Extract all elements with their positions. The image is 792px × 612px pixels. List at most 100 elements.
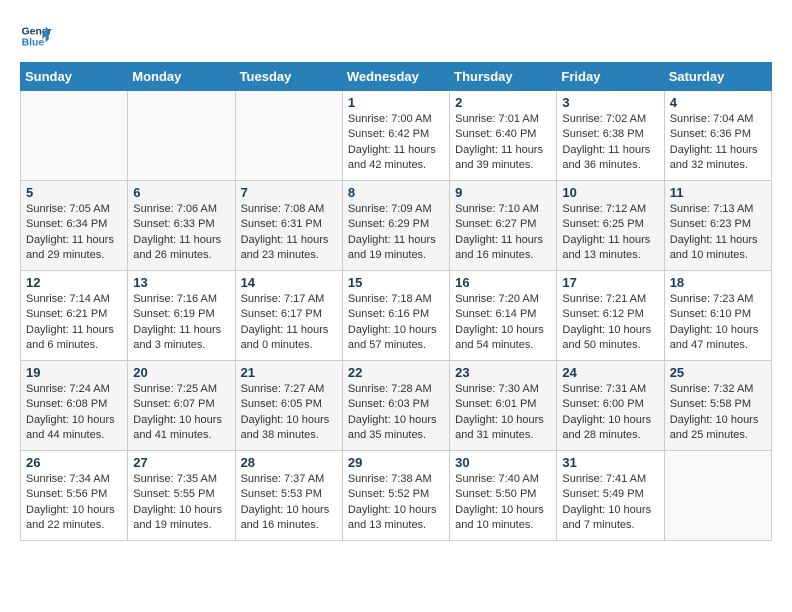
calendar-cell: 19 Sunrise: 7:24 AM Sunset: 6:08 PM Dayli… — [21, 361, 128, 451]
day-number: 22 — [348, 365, 444, 380]
calendar-cell: 1 Sunrise: 7:00 AM Sunset: 6:42 PM Daylig… — [342, 91, 449, 181]
calendar-cell: 11 Sunrise: 7:13 AM Sunset: 6:23 PM Dayli… — [664, 181, 771, 271]
day-info: Sunrise: 7:28 AM Sunset: 6:03 PM Dayligh… — [348, 382, 444, 444]
day-of-week-header: Thursday — [450, 63, 557, 91]
day-info: Sunrise: 7:40 AM Sunset: 5:50 PM Dayligh… — [455, 472, 551, 534]
day-number: 3 — [562, 95, 658, 110]
day-info: Sunrise: 7:00 AM Sunset: 6:42 PM Dayligh… — [348, 112, 444, 174]
calendar-cell: 18 Sunrise: 7:23 AM Sunset: 6:10 PM Dayli… — [664, 271, 771, 361]
calendar-cell: 27 Sunrise: 7:35 AM Sunset: 5:55 PM Dayli… — [128, 451, 235, 541]
day-info: Sunrise: 7:27 AM Sunset: 6:05 PM Dayligh… — [241, 382, 337, 444]
calendar-cell — [664, 451, 771, 541]
day-number: 26 — [26, 455, 122, 470]
calendar-cell: 10Sunrise: 7:12 AM Sunset: 6:25 PM Dayli… — [557, 181, 664, 271]
calendar-cell: 7Sunrise: 7:08 AM Sunset: 6:31 PM Daylig… — [235, 181, 342, 271]
day-info: Sunrise: 7:16 AM Sunset: 6:19 PM Dayligh… — [133, 292, 229, 354]
day-of-week-header: Friday — [557, 63, 664, 91]
day-number: 17 — [562, 275, 658, 290]
day-number: 2 — [455, 95, 551, 110]
day-number: 11 — [670, 185, 766, 200]
day-number: 31 — [562, 455, 658, 470]
calendar-cell: 25 Sunrise: 7:32 AM Sunset: 5:58 PM Dayli… — [664, 361, 771, 451]
day-of-week-header: Saturday — [664, 63, 771, 91]
day-number: 13 — [133, 275, 229, 290]
calendar-cell: 3 Sunrise: 7:02 AM Sunset: 6:38 PM Daylig… — [557, 91, 664, 181]
day-number: 29 — [348, 455, 444, 470]
day-info: Sunrise: 7:41 AM Sunset: 5:49 PM Dayligh… — [562, 472, 658, 534]
svg-text:Blue: Blue — [22, 38, 45, 49]
day-info: Sunrise: 7:35 AM Sunset: 5:55 PM Dayligh… — [133, 472, 229, 534]
calendar-cell — [235, 91, 342, 181]
day-info: Sunrise: 7:02 AM Sunset: 6:38 PM Dayligh… — [562, 112, 658, 174]
day-info: Sunrise: 7:18 AM Sunset: 6:16 PM Dayligh… — [348, 292, 444, 354]
day-number: 15 — [348, 275, 444, 290]
day-info: Sunrise: 7:23 AM Sunset: 6:10 PM Dayligh… — [670, 292, 766, 354]
calendar-cell: 30 Sunrise: 7:40 AM Sunset: 5:50 PM Dayli… — [450, 451, 557, 541]
calendar-table: SundayMondayTuesdayWednesdayThursdayFrid… — [20, 62, 772, 541]
logo-icon: General Blue — [20, 20, 52, 52]
calendar-cell: 28 Sunrise: 7:37 AM Sunset: 5:53 PM Dayli… — [235, 451, 342, 541]
calendar-cell: 16 Sunrise: 7:20 AM Sunset: 6:14 PM Dayli… — [450, 271, 557, 361]
day-number: 18 — [670, 275, 766, 290]
day-info: Sunrise: 7:01 AM Sunset: 6:40 PM Dayligh… — [455, 112, 551, 174]
day-number: 12 — [26, 275, 122, 290]
day-of-week-header: Sunday — [21, 63, 128, 91]
day-info: Sunrise: 7:05 AM Sunset: 6:34 PM Dayligh… — [26, 202, 122, 264]
day-number: 23 — [455, 365, 551, 380]
day-info: Sunrise: 7:06 AM Sunset: 6:33 PM Dayligh… — [133, 202, 229, 264]
day-info: Sunrise: 7:17 AM Sunset: 6:17 PM Dayligh… — [241, 292, 337, 354]
calendar-cell: 5Sunrise: 7:05 AM Sunset: 6:34 PM Daylig… — [21, 181, 128, 271]
day-number: 27 — [133, 455, 229, 470]
calendar-cell — [128, 91, 235, 181]
day-info: Sunrise: 7:31 AM Sunset: 6:00 PM Dayligh… — [562, 382, 658, 444]
calendar-cell: 24 Sunrise: 7:31 AM Sunset: 6:00 PM Dayli… — [557, 361, 664, 451]
day-info: Sunrise: 7:37 AM Sunset: 5:53 PM Dayligh… — [241, 472, 337, 534]
day-number: 7 — [241, 185, 337, 200]
day-number: 28 — [241, 455, 337, 470]
day-number: 1 — [348, 95, 444, 110]
day-number: 30 — [455, 455, 551, 470]
calendar-cell: 9 Sunrise: 7:10 AM Sunset: 6:27 PM Daylig… — [450, 181, 557, 271]
calendar-cell — [21, 91, 128, 181]
calendar-cell: 12 Sunrise: 7:14 AM Sunset: 6:21 PM Dayli… — [21, 271, 128, 361]
day-of-week-header: Wednesday — [342, 63, 449, 91]
day-info: Sunrise: 7:13 AM Sunset: 6:23 PM Dayligh… — [670, 202, 766, 264]
day-info: Sunrise: 7:32 AM Sunset: 5:58 PM Dayligh… — [670, 382, 766, 444]
logo: General Blue — [20, 20, 52, 52]
day-info: Sunrise: 7:10 AM Sunset: 6:27 PM Dayligh… — [455, 202, 551, 264]
day-number: 19 — [26, 365, 122, 380]
calendar-cell: 31 Sunrise: 7:41 AM Sunset: 5:49 PM Dayli… — [557, 451, 664, 541]
day-number: 14 — [241, 275, 337, 290]
day-info: Sunrise: 7:21 AM Sunset: 6:12 PM Dayligh… — [562, 292, 658, 354]
day-info: Sunrise: 7:09 AM Sunset: 6:29 PM Dayligh… — [348, 202, 444, 264]
calendar-cell: 29Sunrise: 7:38 AM Sunset: 5:52 PM Dayli… — [342, 451, 449, 541]
calendar-cell: 20 Sunrise: 7:25 AM Sunset: 6:07 PM Dayli… — [128, 361, 235, 451]
calendar-cell: 8Sunrise: 7:09 AM Sunset: 6:29 PM Daylig… — [342, 181, 449, 271]
calendar-cell: 23 Sunrise: 7:30 AM Sunset: 6:01 PM Dayli… — [450, 361, 557, 451]
day-number: 20 — [133, 365, 229, 380]
day-number: 24 — [562, 365, 658, 380]
calendar-cell: 2 Sunrise: 7:01 AM Sunset: 6:40 PM Daylig… — [450, 91, 557, 181]
day-info: Sunrise: 7:25 AM Sunset: 6:07 PM Dayligh… — [133, 382, 229, 444]
day-info: Sunrise: 7:20 AM Sunset: 6:14 PM Dayligh… — [455, 292, 551, 354]
calendar-cell: 6 Sunrise: 7:06 AM Sunset: 6:33 PM Daylig… — [128, 181, 235, 271]
day-number: 21 — [241, 365, 337, 380]
day-number: 6 — [133, 185, 229, 200]
day-of-week-header: Monday — [128, 63, 235, 91]
day-number: 16 — [455, 275, 551, 290]
calendar-cell: 26 Sunrise: 7:34 AM Sunset: 5:56 PM Dayli… — [21, 451, 128, 541]
day-info: Sunrise: 7:34 AM Sunset: 5:56 PM Dayligh… — [26, 472, 122, 534]
calendar-cell: 14 Sunrise: 7:17 AM Sunset: 6:17 PM Dayli… — [235, 271, 342, 361]
day-info: Sunrise: 7:14 AM Sunset: 6:21 PM Dayligh… — [26, 292, 122, 354]
calendar-cell: 4Sunrise: 7:04 AM Sunset: 6:36 PM Daylig… — [664, 91, 771, 181]
day-number: 9 — [455, 185, 551, 200]
day-number: 25 — [670, 365, 766, 380]
calendar-cell: 13 Sunrise: 7:16 AM Sunset: 6:19 PM Dayli… — [128, 271, 235, 361]
day-info: Sunrise: 7:24 AM Sunset: 6:08 PM Dayligh… — [26, 382, 122, 444]
day-of-week-header: Tuesday — [235, 63, 342, 91]
calendar-cell: 21 Sunrise: 7:27 AM Sunset: 6:05 PM Dayli… — [235, 361, 342, 451]
day-info: Sunrise: 7:12 AM Sunset: 6:25 PM Dayligh… — [562, 202, 658, 264]
day-info: Sunrise: 7:30 AM Sunset: 6:01 PM Dayligh… — [455, 382, 551, 444]
day-number: 4 — [670, 95, 766, 110]
calendar-cell: 15 Sunrise: 7:18 AM Sunset: 6:16 PM Dayli… — [342, 271, 449, 361]
